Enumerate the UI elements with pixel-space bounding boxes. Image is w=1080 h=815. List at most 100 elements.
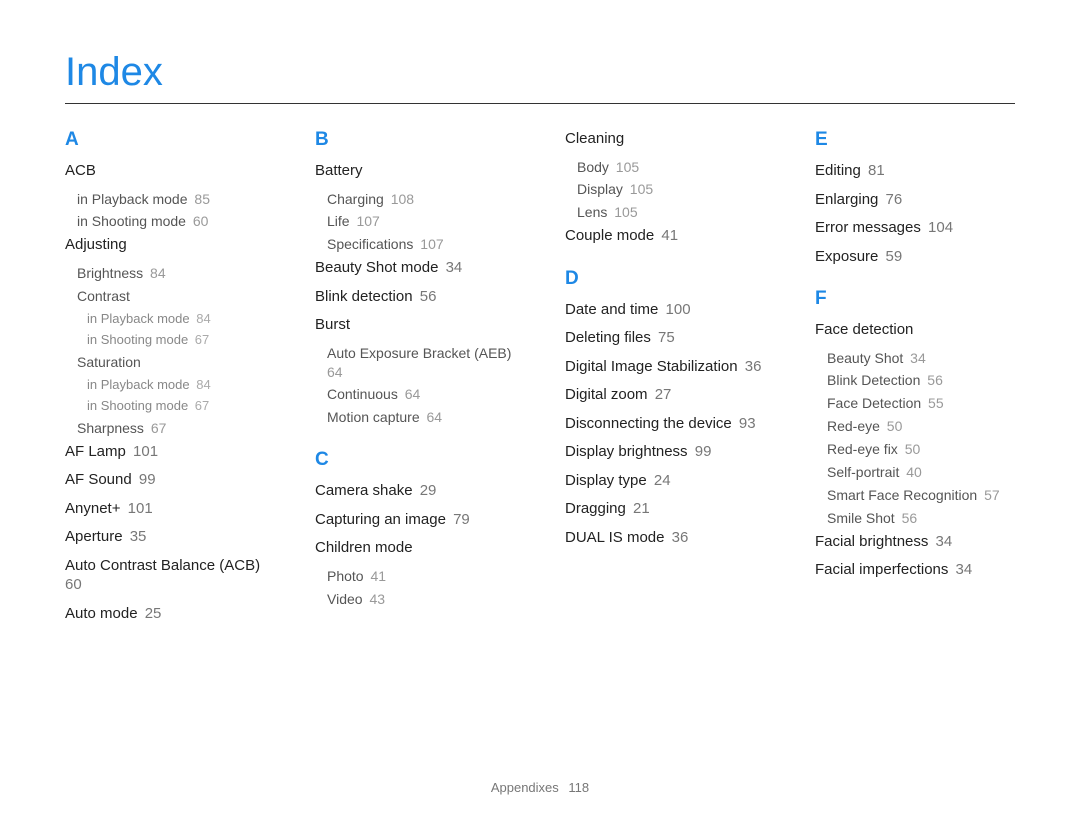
- section-letter: D: [565, 268, 765, 290]
- index-column: E Editing 81 Enlarging 76 Error messages 10…: [815, 129, 1015, 632]
- section-letter: E: [815, 129, 1015, 151]
- subentry-text: Lens: [577, 204, 607, 220]
- subsubentry-text: in Playback mode: [87, 311, 190, 326]
- entry-text: Battery: [315, 162, 363, 179]
- entry-text: Digital zoom: [565, 386, 648, 403]
- entry-page: 35: [126, 528, 147, 545]
- index-entry: Facial imperfections 34: [815, 560, 1015, 580]
- entry-page: 101: [129, 443, 158, 460]
- entry-text: Blink detection: [315, 288, 413, 305]
- index-entry: Date and time 100: [565, 300, 765, 320]
- entry-page: 56: [416, 288, 437, 305]
- entry-text: DUAL IS mode: [565, 529, 665, 546]
- index-entry: AF Lamp 101: [65, 442, 265, 462]
- entry-text: Anynet+: [65, 500, 120, 517]
- subentry-text: Face Detection: [827, 395, 921, 411]
- entry-page: 101: [123, 500, 152, 517]
- entry-page: 27: [651, 386, 672, 403]
- subentry-page: 105: [610, 204, 637, 220]
- subentry-page: 85: [191, 191, 210, 207]
- footer-label: Appendixes: [491, 780, 559, 795]
- subentry-text: Body: [577, 159, 609, 175]
- subentry-text: Sharpness: [77, 420, 144, 436]
- entry-text: Deleting files: [565, 329, 651, 346]
- subentry-text: Brightness: [77, 265, 143, 281]
- entry-text: Adjusting: [65, 236, 127, 253]
- index-subentry: Lens 105: [577, 203, 765, 222]
- index-entry: Face detection: [815, 320, 1015, 340]
- entry-text: Camera shake: [315, 482, 413, 499]
- subentry-page: 105: [626, 181, 653, 197]
- subentry-page: 108: [387, 191, 414, 207]
- index-entry: Exposure 59: [815, 247, 1015, 267]
- subentry-page: 84: [146, 265, 165, 281]
- entry-page: 81: [864, 162, 885, 179]
- subentry-page: 43: [366, 591, 385, 607]
- entry-text: Exposure: [815, 248, 878, 265]
- index-subentry: Beauty Shot 34: [827, 349, 1015, 368]
- index-subentry: Smart Face Recognition 57: [827, 486, 1015, 505]
- subentry-page: 41: [367, 568, 386, 584]
- index-entry: Beauty Shot mode 34: [315, 258, 515, 278]
- subsubentry-page: 84: [193, 377, 211, 392]
- entry-page: 79: [449, 511, 470, 528]
- entry-page: 41: [657, 227, 678, 244]
- index-entry: Disconnecting the device 93: [565, 414, 765, 434]
- index-subentry: Specifications 107: [327, 235, 515, 254]
- entry-text: Capturing an image: [315, 511, 446, 528]
- index-entry: Enlarging 76: [815, 190, 1015, 210]
- index-entry: Error messages 104: [815, 218, 1015, 238]
- index-subentry: in Shooting mode 60: [77, 212, 265, 231]
- index-entry: Editing 81: [815, 161, 1015, 181]
- section-letter: B: [315, 129, 515, 151]
- subsubentry-page: 67: [191, 332, 209, 347]
- index-entry: Anynet+ 101: [65, 499, 265, 519]
- subentry-text: in Playback mode: [77, 191, 188, 207]
- index-subsubentry: in Playback mode 84: [87, 310, 265, 328]
- index-entry: AF Sound 99: [65, 470, 265, 490]
- index-entry: Facial brightness 34: [815, 532, 1015, 552]
- index-subentry: Brightness 84: [77, 264, 265, 283]
- entry-text: Burst: [315, 316, 350, 333]
- index-entry: Camera shake 29: [315, 481, 515, 501]
- index-subentry: Auto Exposure Bracket (AEB) 64: [327, 344, 515, 382]
- index-subentry: Blink Detection 56: [827, 371, 1015, 390]
- index-entry: Couple mode 41: [565, 226, 765, 246]
- subentry-page: 60: [189, 213, 208, 229]
- entry-page: 36: [741, 358, 762, 375]
- subentry-text: Auto Exposure Bracket (AEB): [327, 345, 511, 361]
- page-title: Index: [65, 50, 1015, 104]
- entry-page: 24: [650, 472, 671, 489]
- subentry-page: 56: [923, 372, 942, 388]
- index-entry: Deleting files 75: [565, 328, 765, 348]
- subentry-page: 34: [906, 350, 925, 366]
- subentry-page: 55: [924, 395, 943, 411]
- index-entry: Blink detection 56: [315, 287, 515, 307]
- footer-page: 118: [568, 780, 589, 795]
- subentry-page: 107: [353, 213, 380, 229]
- subentry-text: Video: [327, 591, 363, 607]
- subentry-text: Specifications: [327, 236, 413, 252]
- index-subentry: Motion capture 64: [327, 408, 515, 427]
- index-subentry: Photo 41: [327, 567, 515, 586]
- entry-text: Children mode: [315, 539, 413, 556]
- index-entry: Battery: [315, 161, 515, 181]
- index-subentry: Charging 108: [327, 190, 515, 209]
- subentry-page: 56: [898, 510, 917, 526]
- index-subentry: Sharpness 67: [77, 419, 265, 438]
- index-subentry: Saturation: [77, 353, 265, 372]
- subsubentry-text: in Shooting mode: [87, 398, 188, 413]
- entry-page: 34: [441, 259, 462, 276]
- entry-text: Aperture: [65, 528, 123, 545]
- index-subentry: Smile Shot 56: [827, 509, 1015, 528]
- entry-text: Auto mode: [65, 605, 138, 622]
- subsubentry-text: in Shooting mode: [87, 332, 188, 347]
- entry-text: ACB: [65, 162, 96, 179]
- entry-text: Error messages: [815, 219, 921, 236]
- subentry-text: Self-portrait: [827, 464, 899, 480]
- subentry-page: 64: [423, 409, 442, 425]
- entry-text: Digital Image Stabilization: [565, 358, 738, 375]
- section-letter: C: [315, 449, 515, 471]
- entry-page: 34: [931, 533, 952, 550]
- index-subentry: Contrast: [77, 287, 265, 306]
